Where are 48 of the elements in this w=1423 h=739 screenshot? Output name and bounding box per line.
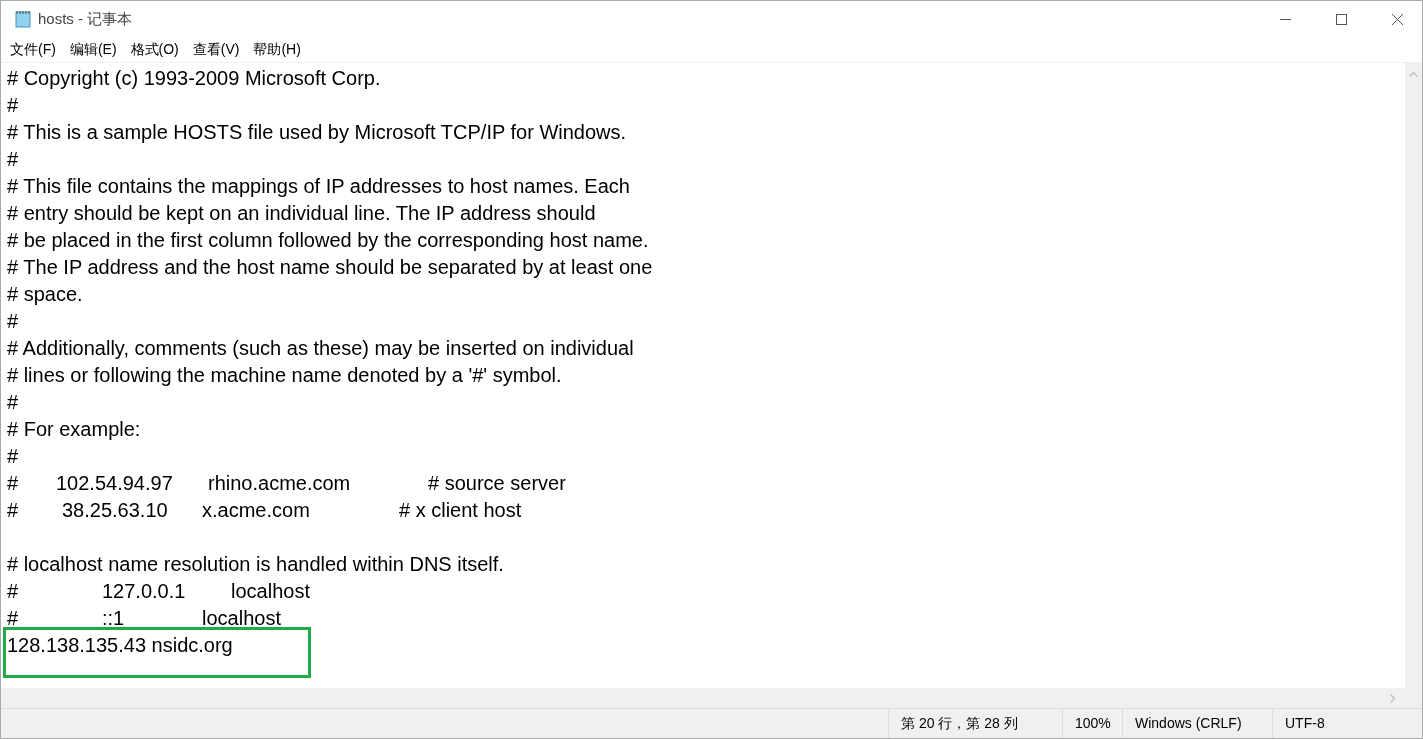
status-text: Windows (CRLF) (1135, 714, 1242, 733)
line-text: x.acme.com (202, 499, 310, 521)
close-icon (1391, 13, 1403, 25)
menu-item[interactable]: 查看(V) (187, 39, 245, 60)
horizontal-scrollbar[interactable] (1, 688, 1422, 708)
menu-item[interactable]: 格式(O) (125, 39, 184, 60)
scroll-up-icon (1409, 71, 1418, 77)
line-text: localhost (202, 607, 281, 629)
line-text: # This file contains the mappings of IP addresses to host names. Each (7, 175, 630, 197)
line-text: # (7, 148, 19, 170)
line-text: # localhost name resolution is handled within DNS itself. (7, 553, 504, 575)
line-text: ::1 (102, 607, 125, 629)
status-text: 100% (1075, 714, 1111, 733)
line-text: # (7, 94, 19, 116)
vertical-scrollbar[interactable] (1405, 63, 1422, 688)
notepad-icon (14, 10, 32, 28)
scroll-right-icon (1390, 693, 1396, 703)
line-text: # (7, 472, 19, 494)
maximize-icon (1335, 13, 1347, 25)
line-text: # Additionally, comments (such as these) may be inserted on individual (7, 337, 634, 359)
line-text: rhino.acme.com (208, 472, 351, 494)
line-text: # entry should be kept on an individual line. The IP address should (7, 202, 596, 224)
line-text: # (7, 607, 19, 629)
line-text: # source server (428, 472, 566, 494)
line-text: # be placed in the first column followed by the corresponding host name. (7, 229, 649, 251)
line-text: # For example: (7, 418, 141, 440)
line-text: # (7, 580, 19, 602)
line-text: 102.54.94.97 (56, 472, 173, 494)
window-title: hosts - 记事本 (38, 8, 133, 29)
line-text: # (7, 310, 19, 332)
line-text: 127.0.0.1 (102, 580, 186, 602)
status-text: 第 20 行，第 28 列 (901, 714, 1018, 733)
line-text: # lines or following the machine name denoted by a '#' symbol. (7, 364, 562, 386)
line-text: # space. (7, 283, 83, 305)
line-text: 128.138.135.43 nsidc.org (7, 634, 233, 656)
line-text: 38.25.63.10 (62, 499, 168, 521)
menu-item[interactable]: 文件(F) (5, 39, 61, 60)
menu-item[interactable]: 编辑(E) (64, 39, 122, 60)
line-text: # (7, 445, 19, 467)
line-text: # (7, 499, 19, 521)
status-text: UTF-8 (1285, 714, 1325, 733)
line-text: # This is a sample HOSTS file used by Microsoft TCP/IP for Windows. (7, 121, 627, 143)
menu-item[interactable]: 帮助(H) (248, 39, 306, 60)
line-text: # The IP address and the host name should be separated by at least one (7, 256, 653, 278)
line-text: # Copyright (c) 1993-2009 Microsoft Corp. (7, 67, 381, 89)
line-text: # x client host (399, 499, 522, 521)
line-text: localhost (231, 580, 310, 602)
line-text: # (7, 391, 19, 413)
